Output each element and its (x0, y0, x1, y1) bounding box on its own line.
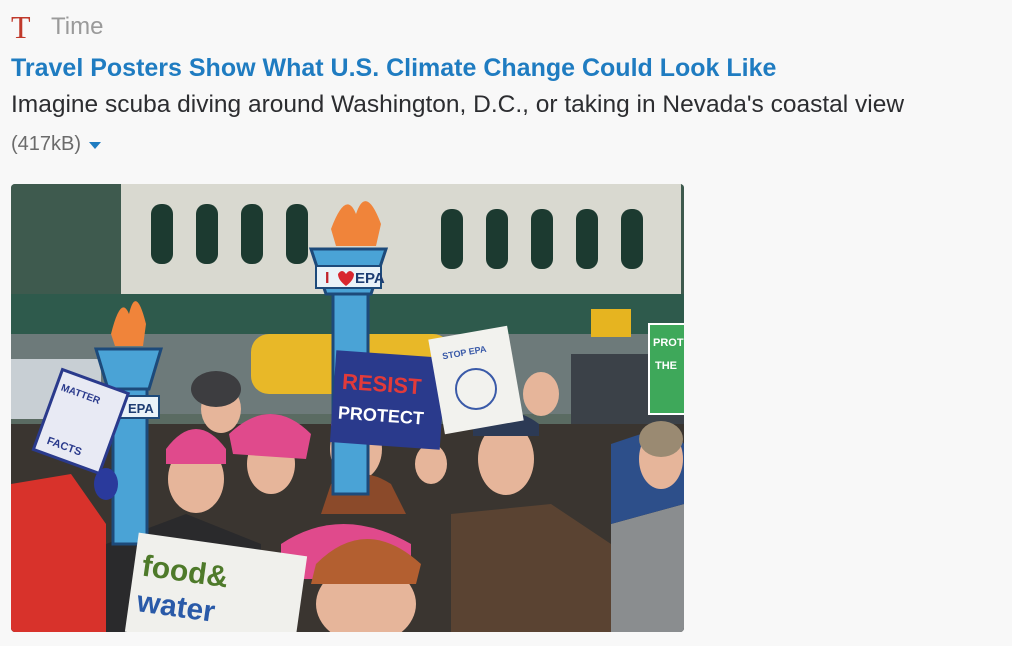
source-name[interactable]: Time (51, 13, 103, 41)
collapse-caret-icon[interactable] (89, 142, 102, 149)
file-size: (417kB) (11, 133, 82, 155)
sign-the: THE (655, 360, 677, 372)
article-title-link[interactable]: Travel Posters Show What U.S. Climate Ch… (11, 54, 776, 83)
article-preview-image[interactable]: I EPA EPA RESIST PROTECT STOP EPA PROT T… (11, 184, 684, 632)
protest-photo: I EPA EPA RESIST PROTECT STOP EPA PROT T… (11, 184, 684, 632)
left-torch-epa: EPA (128, 401, 154, 416)
source-row: T Time (11, 10, 103, 44)
attachment-meta: (417kB) (11, 133, 102, 156)
article-description: Imagine scuba diving around Washington, … (11, 91, 905, 118)
time-logo-icon: T (11, 9, 31, 45)
torch-sign-epa: EPA (355, 270, 385, 287)
svg-text:I: I (325, 270, 329, 287)
sign-prot: PROT (653, 337, 684, 349)
